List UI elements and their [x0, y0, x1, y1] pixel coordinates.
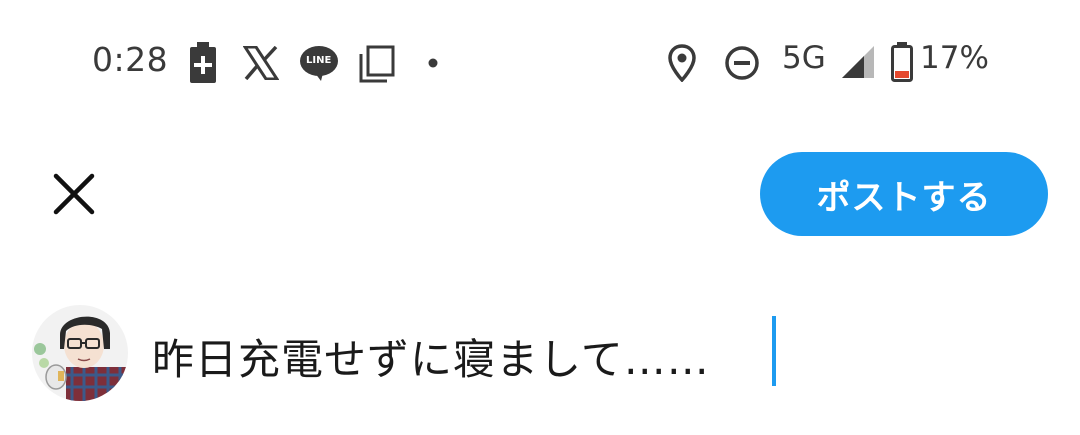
close-button[interactable]	[46, 166, 102, 222]
dot-icon	[428, 58, 438, 68]
status-bar: 0:28 LINE 5G 17%	[0, 0, 1080, 125]
copy-icon	[359, 45, 395, 83]
status-time: 0:28	[92, 40, 169, 79]
avatar[interactable]	[32, 305, 128, 401]
location-icon	[668, 44, 696, 82]
network-type: 5G	[782, 40, 826, 76]
do-not-disturb-icon	[725, 46, 759, 80]
post-button-label: ポストする	[816, 177, 992, 218]
text-cursor	[772, 316, 776, 386]
battery-icon	[891, 42, 913, 82]
compose-text-input[interactable]: 昨日充電せずに寝まして……	[152, 326, 710, 387]
close-icon	[53, 173, 95, 215]
line-app-icon: LINE	[299, 44, 339, 82]
battery-saver-icon	[190, 42, 216, 83]
post-button[interactable]: ポストする	[760, 152, 1048, 236]
battery-percent: 17%	[920, 40, 989, 76]
line-icon-text: LINE	[306, 55, 332, 66]
x-app-icon	[243, 46, 279, 80]
signal-icon	[842, 46, 874, 78]
avatar-image	[32, 305, 128, 401]
